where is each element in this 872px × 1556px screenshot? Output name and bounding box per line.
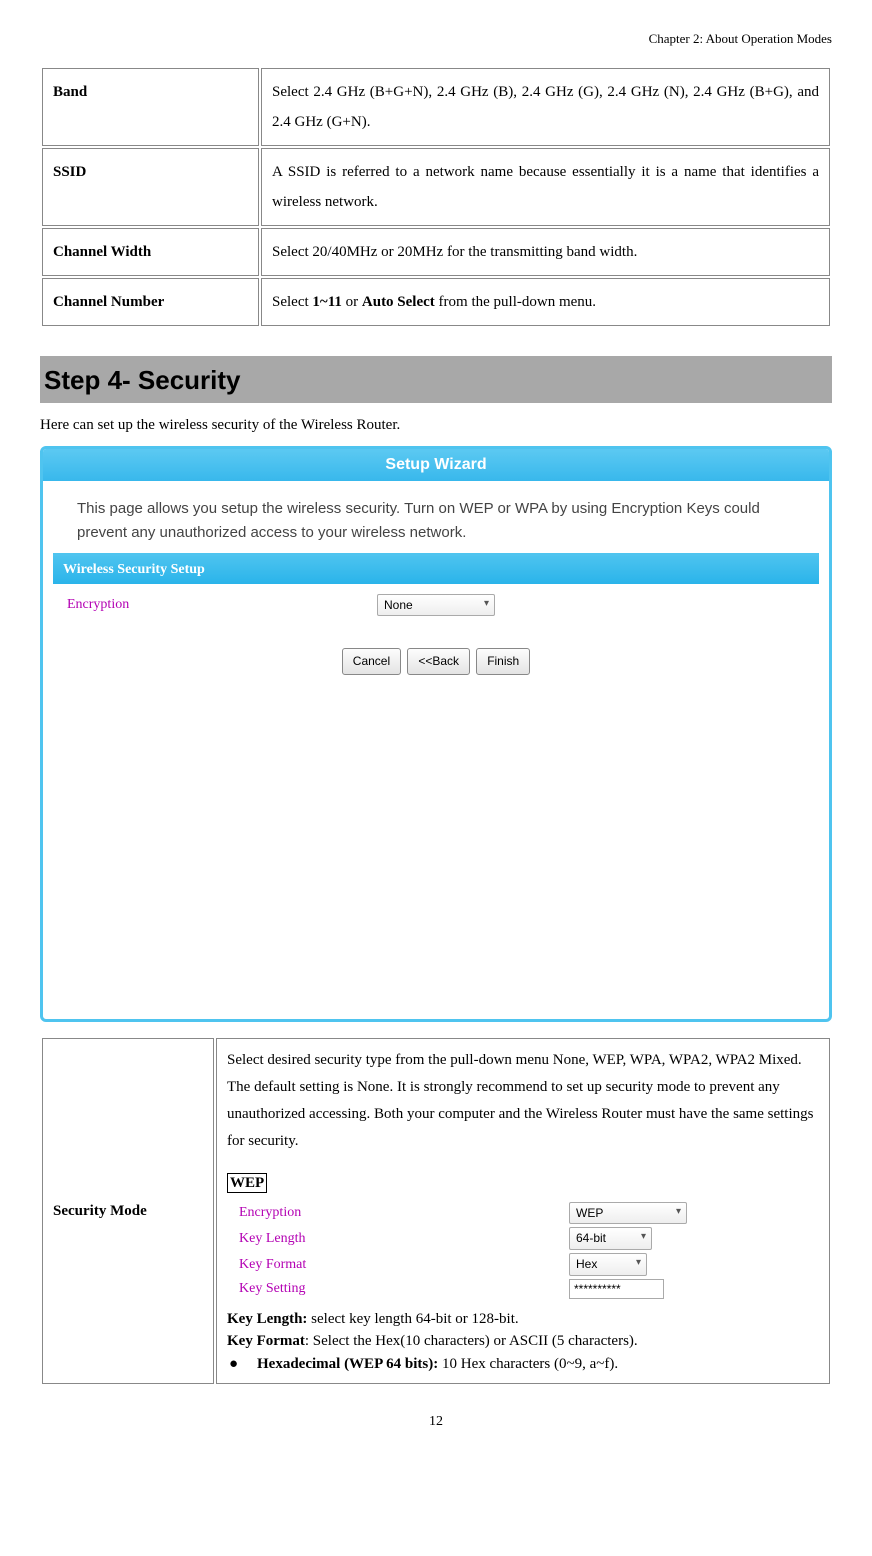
bullet-icon: ● (227, 1353, 257, 1376)
security-mode-label: Security Mode (42, 1038, 214, 1385)
wep-encryption-row: Encryption WEP (239, 1202, 819, 1225)
ssid-desc: A SSID is referred to a network name bec… (261, 148, 830, 226)
channel-number-label: Channel Number (42, 278, 259, 326)
wep-encryption-label: Encryption (239, 1203, 569, 1223)
table-row: Channel Number Select 1~11 or Auto Selec… (42, 278, 830, 326)
text: select key length 64-bit or 128-bit. (307, 1311, 518, 1327)
wep-keylength-label: Key Length (239, 1229, 569, 1249)
text-bold: Key Length: (227, 1311, 307, 1327)
hex-note: ● Hexadecimal (WEP 64 bits): 10 Hex char… (227, 1353, 819, 1376)
intro-text: Here can set up the wireless security of… (40, 415, 832, 436)
text: Select (272, 294, 312, 310)
text: : Select the Hex(10 characters) or ASCII… (305, 1333, 638, 1349)
wep-keysetting-label: Key Setting (239, 1279, 569, 1299)
table-row: Band Select 2.4 GHz (B+G+N), 2.4 GHz (B)… (42, 68, 830, 146)
wizard-title: Setup Wizard (43, 449, 829, 481)
band-label: Band (42, 68, 259, 146)
text-bold: Hexadecimal (WEP 64 bits): (257, 1356, 438, 1372)
definitions-table: Band Select 2.4 GHz (B+G+N), 2.4 GHz (B)… (40, 66, 832, 328)
back-button[interactable]: <<Back (407, 648, 470, 675)
keylength-note: Key Length: select key length 64-bit or … (227, 1308, 819, 1331)
page-number: 12 (40, 1412, 832, 1432)
text: from the pull-down menu. (435, 294, 596, 310)
text-bold: Key Format (227, 1333, 305, 1349)
wep-keyformat-label: Key Format (239, 1255, 569, 1275)
table-row: Security Mode Select desired security ty… (42, 1038, 830, 1385)
encryption-select[interactable]: None (377, 594, 495, 617)
encryption-label: Encryption (67, 595, 377, 615)
text: 10 Hex characters (0~9, a~f). (438, 1356, 618, 1372)
security-mode-desc: Select desired security type from the pu… (227, 1047, 819, 1155)
ssid-label: SSID (42, 148, 259, 226)
wizard-description: This page allows you setup the wireless … (53, 481, 819, 556)
text: or (342, 294, 362, 310)
setup-wizard-screenshot: Setup Wizard This page allows you setup … (40, 446, 832, 1022)
wizard-buttons: Cancel <<Back Finish (43, 648, 829, 675)
security-mode-content: Select desired security type from the pu… (216, 1038, 830, 1385)
wep-keysetting-row: Key Setting (239, 1279, 819, 1299)
wep-notes: Key Length: select key length 64-bit or … (227, 1308, 819, 1376)
wep-keyformat-select[interactable]: Hex (569, 1253, 647, 1276)
finish-button[interactable]: Finish (476, 648, 530, 675)
chapter-header: Chapter 2: About Operation Modes (40, 30, 832, 48)
step-heading: Step 4- Security (40, 356, 832, 402)
band-desc: Select 2.4 GHz (B+G+N), 2.4 GHz (B), 2.4… (261, 68, 830, 146)
channel-width-desc: Select 20/40MHz or 20MHz for the transmi… (261, 228, 830, 276)
channel-number-desc: Select 1~11 or Auto Select from the pull… (261, 278, 830, 326)
wep-encryption-select[interactable]: WEP (569, 1202, 687, 1225)
table-row: Channel Width Select 20/40MHz or 20MHz f… (42, 228, 830, 276)
security-mode-table: Security Mode Select desired security ty… (40, 1036, 832, 1387)
wep-keylength-select[interactable]: 64-bit (569, 1227, 652, 1250)
text-bold: 1~11 (312, 294, 341, 310)
text-bold: Auto Select (362, 294, 435, 310)
wep-heading: WEP (227, 1173, 267, 1193)
wep-keyformat-row: Key Format Hex (239, 1253, 819, 1276)
wep-form-screenshot: Encryption WEP Key Length 64-bit Key For… (227, 1195, 819, 1308)
wep-keysetting-input[interactable] (569, 1279, 664, 1299)
channel-width-label: Channel Width (42, 228, 259, 276)
wep-keylength-row: Key Length 64-bit (239, 1227, 819, 1250)
wizard-section-header: Wireless Security Setup (53, 556, 819, 584)
encryption-row: Encryption None (43, 584, 829, 627)
table-row: SSID A SSID is referred to a network nam… (42, 148, 830, 226)
keyformat-note: Key Format: Select the Hex(10 characters… (227, 1330, 819, 1353)
cancel-button[interactable]: Cancel (342, 648, 401, 675)
